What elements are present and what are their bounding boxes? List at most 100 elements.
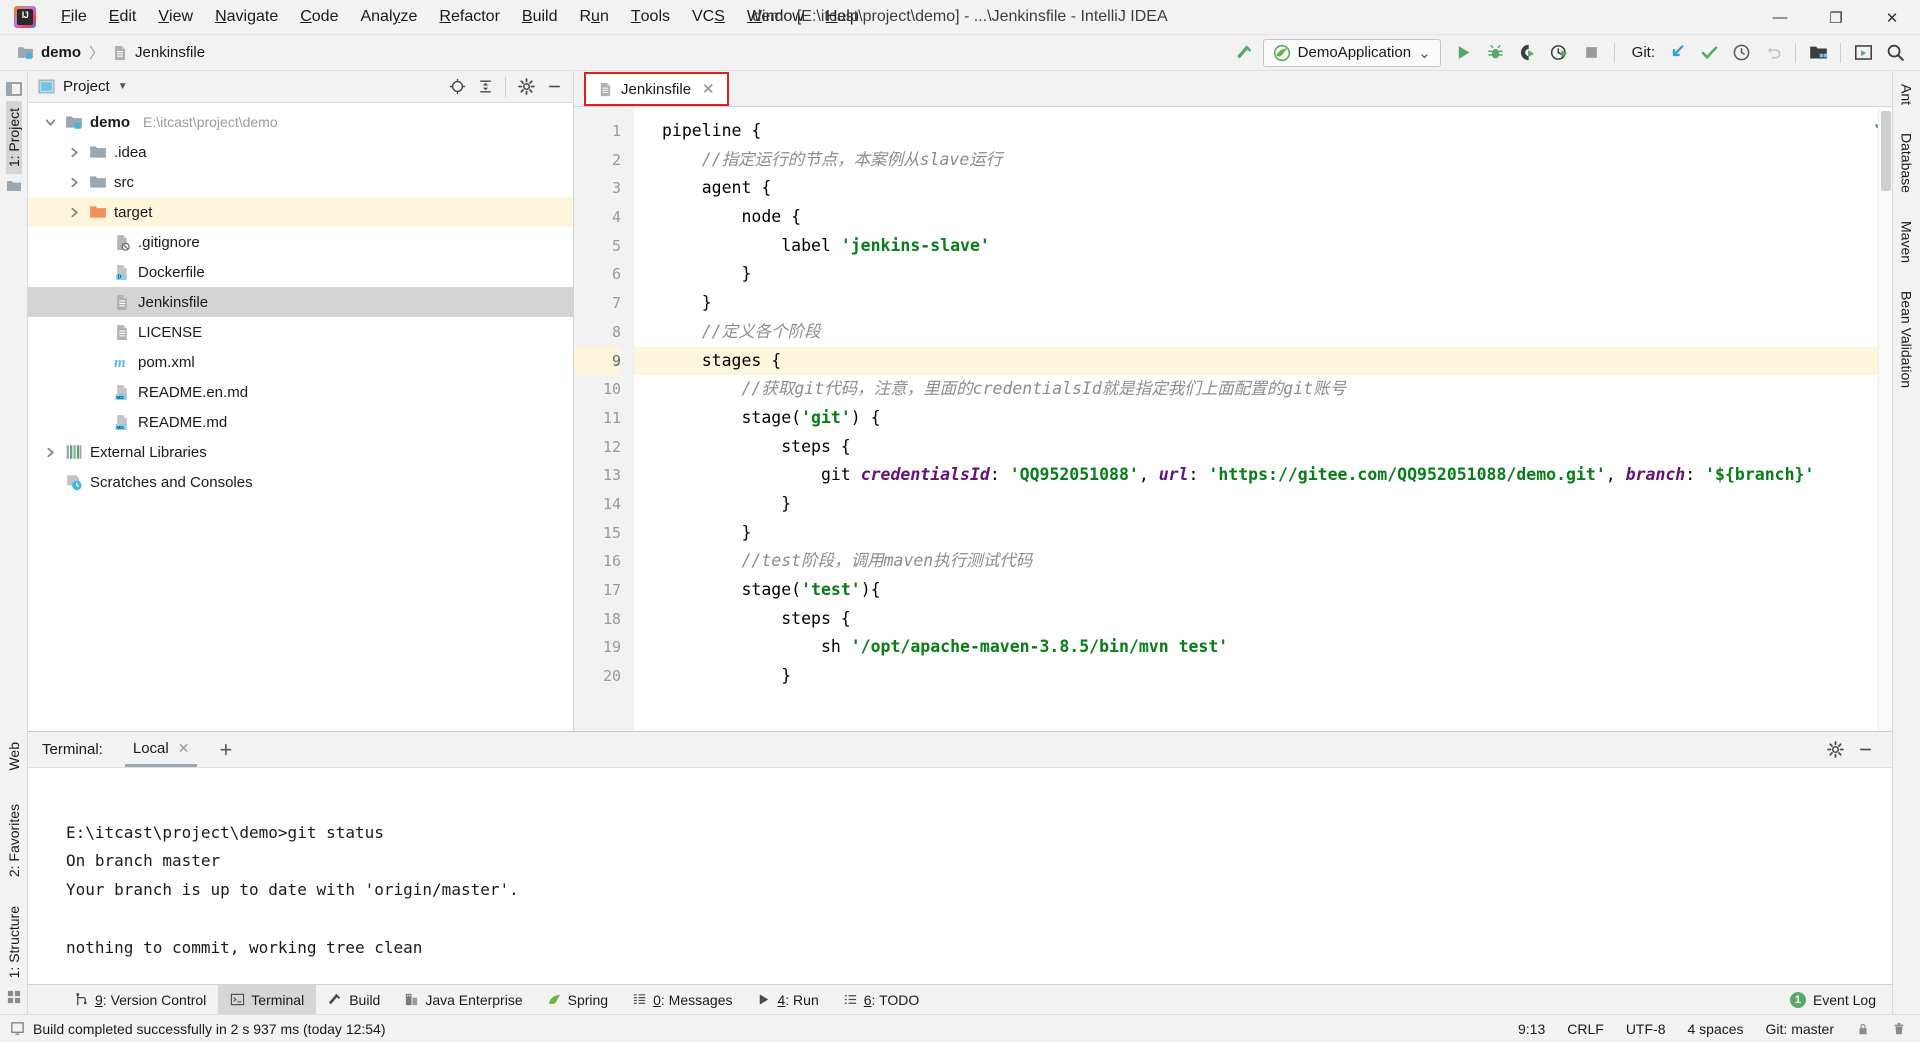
code-line[interactable]: stage('test'){ — [634, 576, 1892, 605]
menu-item-vcs[interactable]: VC S — [681, 0, 736, 34]
project-structure-icon[interactable] — [5, 80, 23, 98]
menu-item-edit[interactable]: Edit — [98, 0, 148, 34]
search-everywhere-icon[interactable] — [1880, 39, 1910, 67]
menu-item-build[interactable]: Build — [511, 0, 569, 34]
settings-gear-icon[interactable] — [1822, 738, 1848, 762]
lock-icon[interactable] — [1856, 1021, 1870, 1037]
tool-window-button-todo[interactable]: 6: TODO — [831, 985, 932, 1014]
tool-window-button-versioncontrol[interactable]: 9: Version Control — [62, 985, 218, 1014]
code-line[interactable]: //定义各个阶段 — [634, 318, 1892, 347]
select-opened-file-icon[interactable] — [1803, 39, 1833, 67]
code-line[interactable]: pipeline { — [634, 117, 1892, 146]
scroll-from-source-icon[interactable] — [444, 75, 470, 99]
close-icon[interactable]: ✕ — [702, 80, 715, 98]
code-line[interactable]: git credentialsId: 'QQ952051088', url: '… — [634, 461, 1892, 490]
breadcrumb-item-jenkinsfile[interactable]: Jenkinsfile — [107, 42, 210, 63]
tool-window-button-javaenterprise[interactable]: Java Enterprise — [392, 985, 534, 1014]
hide-panel-icon[interactable] — [541, 75, 567, 99]
editor-body[interactable]: 1 2 3 4 5 6 7 8 9 10 11 12 13 14 15 16 17 18 19 20 pipeline… — [574, 107, 1892, 731]
maximize-button[interactable]: ❐ — [1808, 0, 1864, 35]
sidebar-item-project[interactable]: 1: Project — [5, 101, 22, 175]
sidebar-item-structure[interactable]: 1: Structure — [6, 899, 22, 985]
chevron-right-icon[interactable] — [66, 147, 82, 158]
tree-node-dockerfile[interactable]: D Dockerfile — [28, 257, 573, 287]
profiler-button[interactable] — [1545, 39, 1575, 67]
code-line[interactable]: label 'jenkins-slave' — [634, 232, 1892, 261]
bookmarks-icon[interactable] — [5, 177, 23, 195]
tree-node-scratches-and-consoles[interactable]: Scratches and Consoles — [28, 467, 573, 497]
code-line[interactable]: } — [634, 662, 1892, 691]
sidebar-item-database[interactable]: Database — [1899, 126, 1915, 200]
run-button[interactable] — [1449, 39, 1479, 67]
tree-node-src[interactable]: src — [28, 167, 573, 197]
code-line[interactable]: //获取git代码，注意，里面的credentialsId就是指定我们上面配置的… — [634, 375, 1892, 404]
chevron-right-icon[interactable] — [66, 177, 82, 188]
editor-scrollbar[interactable] — [1878, 107, 1892, 731]
menu-item-window[interactable]: Window — [736, 0, 815, 34]
close-button[interactable]: ✕ — [1864, 0, 1920, 35]
line-separator[interactable]: CRLF — [1567, 1021, 1604, 1037]
chevron-right-icon[interactable] — [42, 447, 58, 458]
file-encoding[interactable]: UTF-8 — [1626, 1021, 1666, 1037]
tree-node-pom-xml[interactable]: m pom.xml — [28, 347, 573, 377]
run-configuration-selector[interactable]: DemoApplication ⌄ — [1262, 38, 1441, 67]
tree-node-jenkinsfile[interactable]: Jenkinsfile — [28, 287, 573, 317]
menu-item-code[interactable]: Code — [289, 0, 349, 34]
editor-tab-jenkinsfile[interactable]: Jenkinsfile ✕ — [584, 72, 729, 106]
code-line[interactable]: } — [634, 490, 1892, 519]
minimize-button[interactable]: — — [1752, 0, 1808, 35]
git-commit-icon[interactable] — [1694, 39, 1724, 67]
menu-item-run[interactable]: Run — [568, 0, 619, 34]
terminal-output[interactable]: E:\itcast\project\demo>git status On bran… — [28, 768, 1892, 984]
sidebar-item-maven[interactable]: Maven — [1899, 214, 1915, 270]
tool-window-button-run[interactable]: 4: Run — [744, 985, 830, 1014]
close-icon[interactable]: ✕ — [178, 740, 190, 757]
tool-window-button-terminal[interactable]: Terminal — [218, 985, 317, 1014]
menu-item-help[interactable]: Help — [815, 0, 870, 34]
collapse-all-icon[interactable] — [472, 75, 498, 99]
breadcrumb-item-demo[interactable]: demo — [12, 42, 86, 63]
run-anything-icon[interactable] — [1848, 39, 1878, 67]
chevron-down-icon[interactable] — [42, 117, 58, 128]
hide-panel-icon[interactable] — [1852, 738, 1878, 762]
project-panel-title[interactable]: Project ▼ — [38, 78, 128, 95]
sidebar-item-web[interactable]: Web — [6, 735, 22, 778]
menu-item-view[interactable]: View — [147, 0, 204, 34]
code-line[interactable]: //指定运行的节点，本案例从slave运行 — [634, 146, 1892, 175]
tool-window-button-messages[interactable]: 0: Messages — [620, 985, 744, 1014]
code-content[interactable]: pipeline { //指定运行的节点，本案例从slave运行 agent {… — [634, 107, 1892, 731]
add-terminal-tab-button[interactable]: + — [219, 738, 232, 761]
code-line[interactable]: steps { — [634, 605, 1892, 634]
tree-node-target[interactable]: target — [28, 197, 573, 227]
code-line[interactable]: } — [634, 260, 1892, 289]
code-line[interactable]: } — [634, 289, 1892, 318]
terminal-tab-local[interactable]: Local ✕ — [124, 733, 198, 767]
sidebar-item-favorites[interactable]: 2: Favorites — [6, 797, 22, 884]
sidebar-item-bean-validation[interactable]: Bean Validation — [1899, 284, 1915, 395]
indent-setting[interactable]: 4 spaces — [1687, 1021, 1743, 1037]
tree-node--idea[interactable]: .idea — [28, 137, 573, 167]
tree-node-readme-en-md[interactable]: MD README.en.md — [28, 377, 573, 407]
build-hammer-icon[interactable] — [1231, 39, 1261, 67]
code-line[interactable]: } — [634, 519, 1892, 548]
layout-grid-icon[interactable] — [5, 988, 23, 1006]
sidebar-item-ant[interactable]: Ant — [1899, 77, 1915, 112]
menu-item-tools[interactable]: Tools — [620, 0, 681, 34]
menu-item-refactor[interactable]: Refactor — [428, 0, 510, 34]
caret-position[interactable]: 9:13 — [1518, 1021, 1545, 1037]
code-line[interactable]: stages { — [634, 346, 1892, 376]
git-update-project-icon[interactable] — [1662, 39, 1692, 67]
tool-window-button-spring[interactable]: Spring — [535, 985, 620, 1014]
stop-button[interactable] — [1577, 39, 1607, 67]
project-tree[interactable]: demo E:\itcast\project\demo .idea src target… — [28, 103, 573, 731]
trash-icon[interactable] — [1892, 1021, 1906, 1037]
chevron-right-icon[interactable] — [66, 207, 82, 218]
tool-window-button-build[interactable]: Build — [316, 985, 392, 1014]
tree-node--gitignore[interactable]: .gitignore — [28, 227, 573, 257]
debug-button[interactable] — [1481, 39, 1511, 67]
code-line[interactable]: sh '/opt/apache-maven-3.8.5/bin/mvn test… — [634, 633, 1892, 662]
settings-gear-icon[interactable] — [513, 75, 539, 99]
tree-node-external-libraries[interactable]: External Libraries — [28, 437, 573, 467]
tree-node-license[interactable]: LICENSE — [28, 317, 573, 347]
code-line[interactable]: steps { — [634, 433, 1892, 462]
